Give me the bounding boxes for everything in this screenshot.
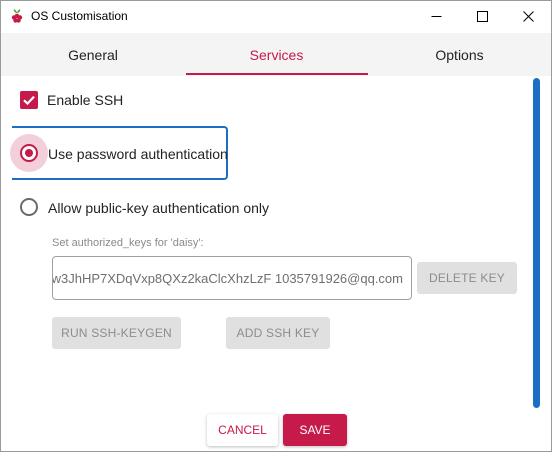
vertical-scrollbar[interactable] [533,78,540,408]
tab-bar: General Services Options [1,33,551,76]
public-key-auth-radio[interactable] [20,198,38,216]
checkmark-icon [23,95,35,106]
password-auth-label: Use password authentication [48,146,228,162]
delete-key-button[interactable]: DELETE KEY [417,262,517,294]
radio-selected-dot [25,149,33,157]
add-ssh-key-button[interactable]: ADD SSH KEY [226,317,330,349]
enable-ssh-checkbox[interactable] [20,91,38,109]
raspberry-icon [10,8,24,24]
tab-options[interactable]: Options [368,33,551,76]
minimize-button[interactable] [413,1,459,32]
window-title: OS Customisation [31,9,128,23]
tab-general[interactable]: General [1,33,185,76]
password-auth-radio[interactable] [20,144,38,162]
title-bar: OS Customisation [1,1,551,32]
maximize-icon [476,11,488,22]
authorized-keys-value: 'w3JhHP7XDqVxp8QXz2kaClcXhzLzF 103579192… [52,270,403,286]
minimize-icon [431,16,441,17]
os-customisation-dialog: OS Customisation General Services Option… [0,0,552,452]
close-button[interactable] [505,1,551,32]
run-ssh-keygen-button[interactable]: RUN SSH-KEYGEN [52,317,181,349]
maximize-button[interactable] [459,1,505,32]
tab-services[interactable]: Services [185,33,368,76]
enable-ssh-label: Enable SSH [47,92,124,108]
active-tab-indicator [186,73,368,75]
authorized-keys-label: Set authorized_keys for 'daisy': [52,237,204,249]
authorized-keys-input[interactable]: 'w3JhHP7XDqVxp8QXz2kaClcXhzLzF 103579192… [52,256,412,300]
save-button[interactable]: SAVE [283,414,347,446]
public-key-auth-label: Allow public-key authentication only [48,200,270,216]
close-icon [522,11,534,22]
cancel-button[interactable]: CANCEL [207,414,278,446]
